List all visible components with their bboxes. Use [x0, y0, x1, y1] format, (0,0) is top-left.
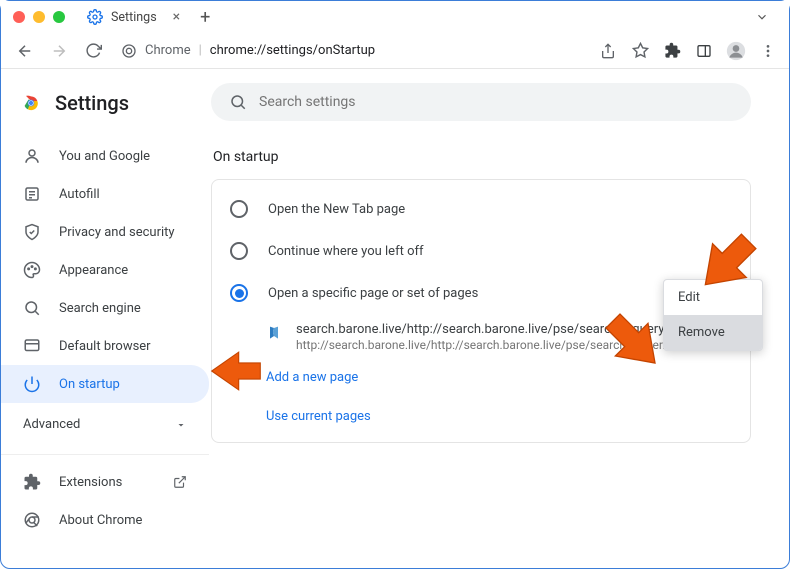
- sidebar-item-privacy[interactable]: Privacy and security: [1, 213, 209, 251]
- sidebar-item-label: Extensions: [59, 475, 122, 490]
- annotation-arrow-icon: [691, 229, 763, 297]
- radio-icon: [230, 242, 248, 260]
- use-current-pages-link[interactable]: Use current pages: [266, 409, 371, 424]
- sidebar-item-label: You and Google: [59, 149, 150, 164]
- person-icon: [23, 147, 41, 165]
- sidebar-item-on-startup[interactable]: On startup: [1, 365, 209, 403]
- close-window-button[interactable]: [13, 11, 25, 23]
- sidebar-item-label: Privacy and security: [59, 225, 175, 240]
- sidebar-item-extensions[interactable]: Extensions: [1, 463, 209, 501]
- tab-title: Settings: [111, 10, 157, 25]
- sidebar-item-autofill[interactable]: Autofill: [1, 175, 209, 213]
- sidebar-item-label: Search engine: [59, 301, 141, 316]
- radio-continue[interactable]: Continue where you left off: [212, 230, 750, 272]
- sidebar-item-search-engine[interactable]: Search engine: [1, 289, 209, 327]
- share-icon[interactable]: [597, 40, 619, 62]
- shield-icon: [23, 223, 41, 241]
- radio-label: Open the New Tab page: [268, 202, 405, 217]
- radio-open-new-tab[interactable]: Open the New Tab page: [212, 188, 750, 230]
- search-icon: [23, 299, 41, 317]
- radio-label: Continue where you left off: [268, 244, 424, 259]
- forward-button[interactable]: [45, 37, 73, 65]
- settings-search-input[interactable]: [259, 94, 733, 110]
- profile-avatar-icon[interactable]: [725, 40, 747, 62]
- sidebar-item-label: Appearance: [59, 263, 128, 278]
- power-icon: [23, 375, 41, 393]
- chevron-down-icon: [175, 419, 187, 431]
- annotation-arrow-icon: [206, 344, 266, 398]
- palette-icon: [23, 261, 41, 279]
- page-favicon: [266, 324, 282, 340]
- section-title: On startup: [213, 149, 767, 165]
- context-menu-remove[interactable]: Remove: [664, 315, 762, 350]
- radio-icon-selected: [230, 284, 248, 302]
- chrome-logo-icon: [21, 93, 41, 113]
- omnibox[interactable]: Chrome | chrome://settings/onStartup: [113, 43, 591, 59]
- side-panel-icon[interactable]: [693, 40, 715, 62]
- close-tab-icon[interactable]: ×: [173, 9, 180, 25]
- sidebar-item-you-and-google[interactable]: You and Google: [1, 137, 209, 175]
- browser-tab[interactable]: Settings ×: [77, 4, 190, 30]
- sidebar-item-label: About Chrome: [59, 513, 142, 528]
- settings-gear-icon: [87, 9, 103, 25]
- sidebar-item-about-chrome[interactable]: About Chrome: [1, 501, 209, 539]
- settings-brand: Settings: [1, 83, 209, 131]
- sidebar-item-default-browser[interactable]: Default browser: [1, 327, 209, 365]
- extensions-puzzle-icon[interactable]: [661, 40, 683, 62]
- omnibox-url: chrome://settings/onStartup: [210, 43, 375, 58]
- title-bar: Settings × +: [1, 1, 789, 33]
- puzzle-icon: [23, 473, 41, 491]
- traffic-lights: [13, 11, 65, 23]
- maximize-window-button[interactable]: [53, 11, 65, 23]
- external-link-icon: [173, 475, 187, 489]
- annotation-arrow-icon: [599, 309, 669, 375]
- back-button[interactable]: [11, 37, 39, 65]
- radio-icon: [230, 200, 248, 218]
- new-tab-button[interactable]: +: [200, 7, 210, 28]
- reload-button[interactable]: [79, 37, 107, 65]
- sidebar-item-label: Default browser: [59, 339, 151, 354]
- chrome-app-icon: [121, 43, 137, 59]
- sidebar-item-appearance[interactable]: Appearance: [1, 251, 209, 289]
- sidebar-item-label: Autofill: [59, 187, 100, 202]
- search-icon: [229, 93, 247, 111]
- chrome-outline-icon: [23, 511, 41, 529]
- chevron-down-icon[interactable]: [755, 10, 769, 24]
- bookmark-star-icon[interactable]: [629, 40, 651, 62]
- settings-title: Settings: [55, 91, 129, 115]
- omnibox-app-label: Chrome: [145, 43, 191, 58]
- kebab-menu-icon[interactable]: [757, 40, 779, 62]
- settings-sidebar: Settings You and Google Autofill Privacy…: [1, 69, 209, 568]
- address-bar: Chrome | chrome://settings/onStartup: [1, 33, 789, 69]
- sidebar-advanced-toggle[interactable]: Advanced: [1, 403, 209, 446]
- sidebar-item-label: On startup: [59, 377, 120, 392]
- advanced-label: Advanced: [23, 417, 80, 432]
- browser-icon: [23, 337, 41, 355]
- radio-label: Open a specific page or set of pages: [268, 286, 478, 301]
- autofill-icon: [23, 185, 41, 203]
- minimize-window-button[interactable]: [33, 11, 45, 23]
- add-new-page-link[interactable]: Add a new page: [266, 370, 358, 385]
- settings-search[interactable]: [211, 83, 751, 121]
